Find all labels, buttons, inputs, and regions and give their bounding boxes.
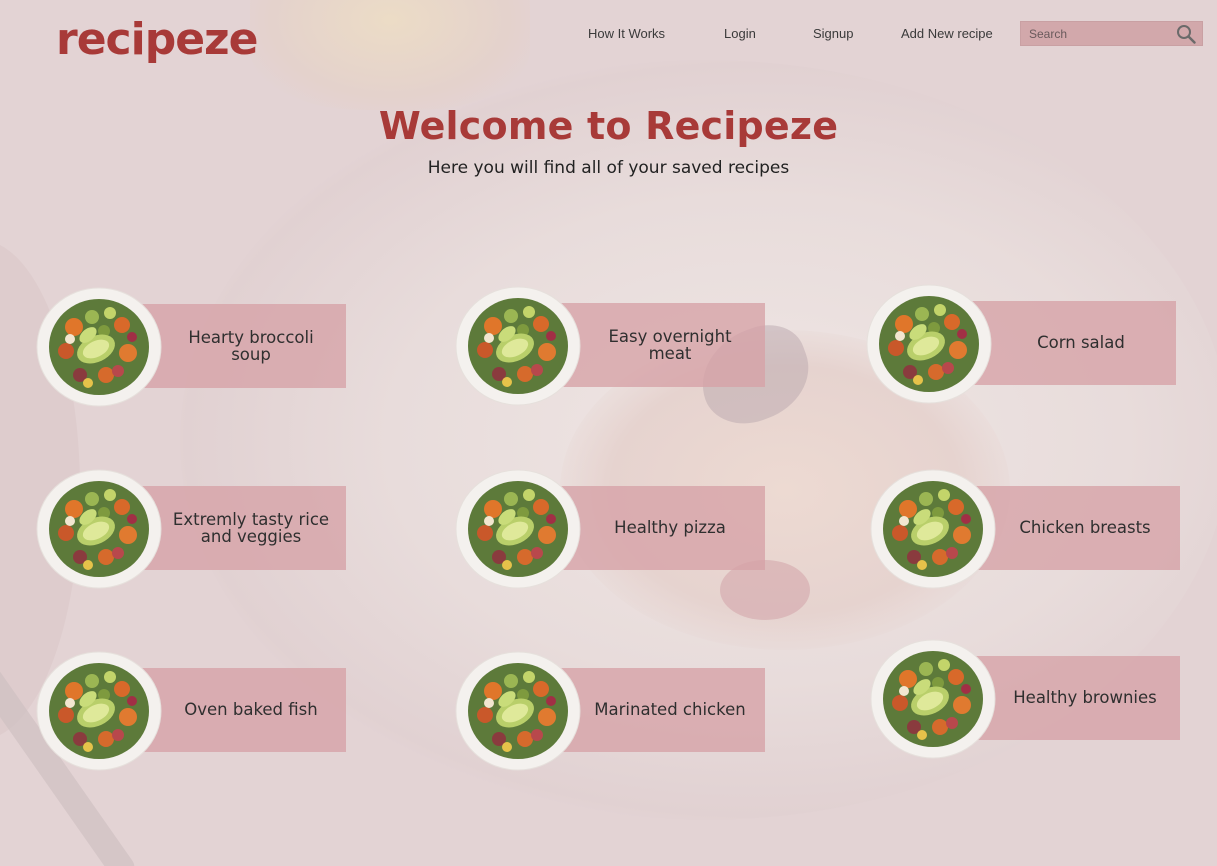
recipe-title[interactable]: Chicken breasts: [970, 486, 1180, 570]
recipe-image[interactable]: [455, 469, 581, 589]
recipe-image[interactable]: [870, 639, 996, 759]
recipe-title[interactable]: Healthy brownies: [970, 656, 1180, 740]
recipe-title[interactable]: Extremly tasty rice and veggies: [136, 486, 346, 570]
recipe-card[interactable]: Easy overnight meat: [455, 286, 775, 411]
nav-signup[interactable]: Signup: [813, 26, 853, 41]
recipe-image[interactable]: [870, 469, 996, 589]
search-box: [1020, 21, 1203, 46]
logo[interactable]: recipeze: [56, 14, 258, 65]
recipe-card[interactable]: Healthy pizza: [455, 469, 775, 594]
recipe-title[interactable]: Healthy pizza: [555, 486, 765, 570]
recipe-title[interactable]: Oven baked fish: [136, 668, 346, 752]
hero: Welcome to Recipeze Here you will find a…: [0, 104, 1217, 178]
recipe-image[interactable]: [866, 284, 992, 404]
recipe-title[interactable]: Easy overnight meat: [555, 303, 765, 387]
recipe-card[interactable]: Corn salad: [866, 284, 1186, 409]
nav-add-new-recipe[interactable]: Add New recipe: [901, 26, 993, 41]
search-input[interactable]: [1021, 22, 1171, 45]
recipe-title[interactable]: Hearty broccoli soup: [136, 304, 346, 388]
nav-login[interactable]: Login: [724, 26, 756, 41]
recipe-card[interactable]: Hearty broccoli soup: [36, 287, 356, 412]
recipe-card[interactable]: Healthy brownies: [870, 639, 1190, 764]
recipe-image[interactable]: [36, 469, 162, 589]
recipe-image[interactable]: [36, 651, 162, 771]
nav-how-it-works[interactable]: How It Works: [588, 26, 665, 41]
recipe-title[interactable]: Marinated chicken: [555, 668, 765, 752]
recipe-image[interactable]: [455, 286, 581, 406]
recipe-image[interactable]: [36, 287, 162, 407]
recipe-card[interactable]: Marinated chicken: [455, 651, 775, 776]
recipe-card[interactable]: Oven baked fish: [36, 651, 356, 776]
page-title: Welcome to Recipeze: [378, 104, 839, 148]
search-icon[interactable]: [1176, 24, 1196, 44]
recipe-image[interactable]: [455, 651, 581, 771]
site-header: recipeze How It Works Login Signup Add N…: [0, 0, 1217, 80]
page-subtitle: Here you will find all of your saved rec…: [427, 158, 790, 178]
recipe-title[interactable]: Corn salad: [966, 301, 1176, 385]
recipe-card[interactable]: Extremly tasty rice and veggies: [36, 469, 356, 594]
recipe-card[interactable]: Chicken breasts: [870, 469, 1190, 594]
